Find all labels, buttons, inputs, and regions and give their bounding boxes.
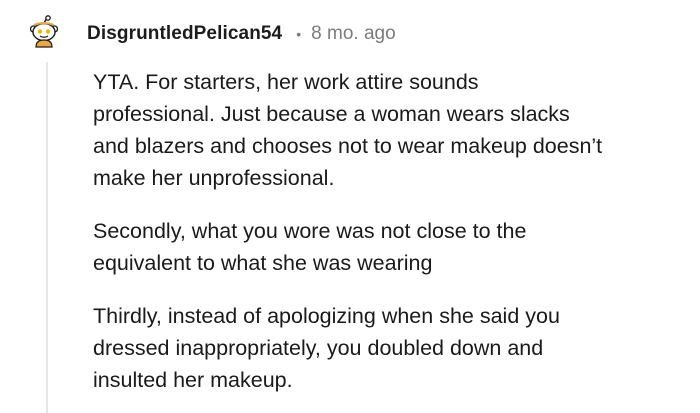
- text-line: insulted her makeup.: [93, 368, 293, 392]
- thread-collapse-line[interactable]: [46, 62, 48, 413]
- avatar[interactable]: [26, 14, 62, 50]
- paragraph: Thirdly, instead of apologizing when she…: [93, 300, 683, 396]
- text-line: YTA. For starters, her work attire sound…: [93, 70, 479, 94]
- text-line: professional. Just because a woman wears…: [93, 102, 570, 126]
- username-link[interactable]: DisgruntledPelican54: [87, 23, 282, 45]
- comment-body: YTA. For starters, her work attire sound…: [93, 66, 683, 396]
- comment-header: DisgruntledPelican54 • 8 mo. ago: [87, 20, 396, 48]
- paragraph: Secondly, what you wore was not close to…: [93, 215, 683, 279]
- text-line: equivalent to what she was wearing: [93, 251, 433, 275]
- text-line: Secondly, what you wore was not close to…: [93, 219, 527, 243]
- text-line: Thirdly, instead of apologizing when she…: [93, 304, 560, 328]
- snoo-avatar-icon: [29, 15, 59, 48]
- paragraph: YTA. For starters, her work attire sound…: [93, 66, 683, 194]
- text-line: dressed inappropriately, you doubled dow…: [93, 336, 544, 360]
- text-line: make her unprofessional.: [93, 166, 335, 190]
- text-line: and blazers and chooses not to wear make…: [93, 134, 603, 158]
- comment: DisgruntledPelican54 • 8 mo. ago YTA. Fo…: [0, 0, 700, 413]
- timestamp[interactable]: 8 mo. ago: [311, 23, 396, 45]
- separator-dot: •: [296, 26, 302, 42]
